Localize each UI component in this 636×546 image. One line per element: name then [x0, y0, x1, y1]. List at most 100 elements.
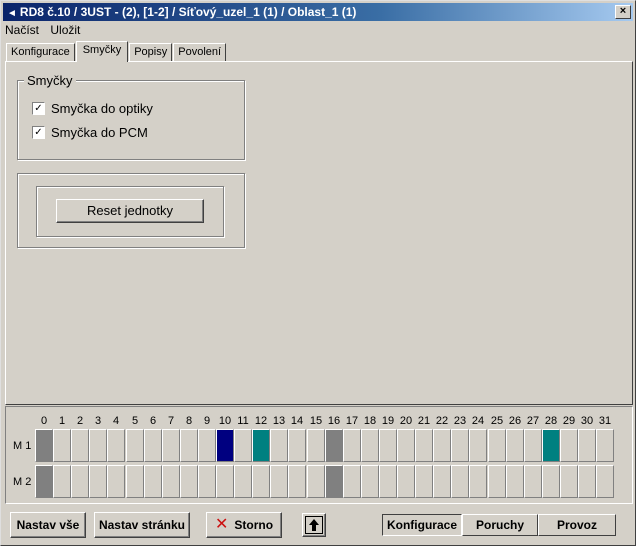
channel-cell[interactable]: [578, 465, 596, 498]
channel-cell[interactable]: [216, 429, 234, 462]
column-number: 7: [167, 415, 175, 427]
channel-cell[interactable]: [89, 465, 107, 498]
channel-cell[interactable]: [288, 429, 306, 462]
mode-poruchy[interactable]: Poruchy: [462, 514, 538, 536]
channel-cell[interactable]: [578, 429, 596, 462]
channel-cell[interactable]: [433, 465, 451, 498]
column-number: 16: [327, 415, 341, 427]
window-title: RD8 č.10 / 3UST - (2), [1-2] / Síťový_uz…: [19, 5, 357, 19]
channel-cell[interactable]: [180, 465, 198, 498]
channel-cell[interactable]: [35, 429, 53, 462]
cancel-button[interactable]: ✕ Storno: [206, 512, 282, 538]
tab-strip: Konfigurace Smyčky Popisy Povolení: [6, 41, 227, 62]
channel-cell[interactable]: [198, 465, 216, 498]
channel-cell[interactable]: [288, 465, 306, 498]
channel-cell[interactable]: [89, 429, 107, 462]
tab-popisy[interactable]: Popisy: [129, 43, 173, 62]
tab-konfigurace[interactable]: Konfigurace: [6, 43, 75, 62]
column-number: 2: [76, 415, 84, 427]
channel-cell[interactable]: [270, 465, 288, 498]
channel-cell[interactable]: [234, 429, 252, 462]
channel-cell[interactable]: [361, 429, 379, 462]
channel-cell[interactable]: [560, 429, 578, 462]
tab-smycky[interactable]: Smyčky: [75, 41, 129, 62]
column-number: 23: [453, 415, 467, 427]
channel-cell[interactable]: [107, 429, 125, 462]
channel-cell[interactable]: [596, 465, 614, 498]
channel-cell[interactable]: [144, 465, 162, 498]
channel-cell[interactable]: [144, 429, 162, 462]
column-number: 24: [471, 415, 485, 427]
channel-cell[interactable]: [379, 465, 397, 498]
channel-cell[interactable]: [180, 429, 198, 462]
channel-cell[interactable]: [53, 429, 71, 462]
column-number: 13: [272, 415, 286, 427]
channel-cell[interactable]: [506, 429, 524, 462]
channel-cell[interactable]: [107, 465, 125, 498]
up-arrow-button[interactable]: [302, 513, 326, 537]
reset-unit-button[interactable]: Reset jednotky: [56, 199, 204, 223]
channel-cell[interactable]: [325, 429, 343, 462]
channel-cell[interactable]: [433, 429, 451, 462]
channel-cell[interactable]: [325, 465, 343, 498]
channel-cell[interactable]: [252, 429, 270, 462]
channel-cell[interactable]: [35, 465, 53, 498]
channel-cell[interactable]: [542, 465, 560, 498]
channel-cell[interactable]: [270, 429, 288, 462]
set-page-button[interactable]: Nastav stránku: [94, 512, 190, 538]
mode-provoz[interactable]: Provoz: [538, 514, 616, 536]
column-number: 10: [218, 415, 232, 427]
channel-cell[interactable]: [53, 465, 71, 498]
row-label: M 1: [13, 440, 32, 452]
channel-cell[interactable]: [216, 465, 234, 498]
channel-cell[interactable]: [451, 465, 469, 498]
channel-cell[interactable]: [596, 429, 614, 462]
channel-cell[interactable]: [71, 465, 89, 498]
channel-cell[interactable]: [307, 429, 325, 462]
close-button[interactable]: ×: [615, 5, 631, 19]
optic-loop-checkbox-row[interactable]: ✓ Smyčka do optiky: [32, 101, 153, 116]
menu-item-save[interactable]: Uložit: [50, 23, 80, 37]
channel-cell[interactable]: [469, 465, 487, 498]
channel-cell[interactable]: [307, 465, 325, 498]
channel-cell[interactable]: [560, 465, 578, 498]
channel-cell[interactable]: [252, 465, 270, 498]
channel-cell[interactable]: [162, 465, 180, 498]
channel-cell[interactable]: [415, 429, 433, 462]
channel-cell[interactable]: [379, 429, 397, 462]
channel-cell[interactable]: [162, 429, 180, 462]
channel-cell[interactable]: [198, 429, 216, 462]
channel-cell[interactable]: [415, 465, 433, 498]
channel-cell[interactable]: [343, 465, 361, 498]
channel-cell[interactable]: [397, 465, 415, 498]
column-number: 1: [58, 415, 66, 427]
optic-loop-checkbox[interactable]: ✓: [32, 102, 45, 115]
channel-cell[interactable]: [126, 465, 144, 498]
tab-povoleni[interactable]: Povolení: [173, 43, 227, 62]
app-icon: ◄: [7, 8, 17, 19]
channel-cell[interactable]: [343, 429, 361, 462]
menu-item-load[interactable]: Načíst: [5, 23, 39, 37]
channel-cell[interactable]: [542, 429, 560, 462]
column-number: 31: [598, 415, 612, 427]
channel-cell[interactable]: [126, 429, 144, 462]
pcm-loop-checkbox[interactable]: ✓: [32, 126, 45, 139]
channel-cell[interactable]: [234, 465, 252, 498]
cancel-label: Storno: [234, 518, 274, 532]
channel-cell[interactable]: [469, 429, 487, 462]
channel-cell[interactable]: [506, 465, 524, 498]
channel-cell[interactable]: [361, 465, 379, 498]
channel-cell[interactable]: [488, 465, 506, 498]
column-number: 21: [417, 415, 431, 427]
up-arrow-icon: [305, 516, 323, 534]
channel-cell[interactable]: [451, 429, 469, 462]
channel-cell[interactable]: [397, 429, 415, 462]
pcm-loop-checkbox-row[interactable]: ✓ Smyčka do PCM: [32, 125, 148, 140]
channel-cell[interactable]: [524, 465, 542, 498]
set-all-button[interactable]: Nastav vše: [10, 512, 86, 538]
channel-cell[interactable]: [524, 429, 542, 462]
menu-bar: Načíst Uložit: [5, 22, 88, 38]
channel-cell[interactable]: [488, 429, 506, 462]
channel-cell[interactable]: [71, 429, 89, 462]
mode-konfigurace[interactable]: Konfigurace: [382, 514, 462, 536]
